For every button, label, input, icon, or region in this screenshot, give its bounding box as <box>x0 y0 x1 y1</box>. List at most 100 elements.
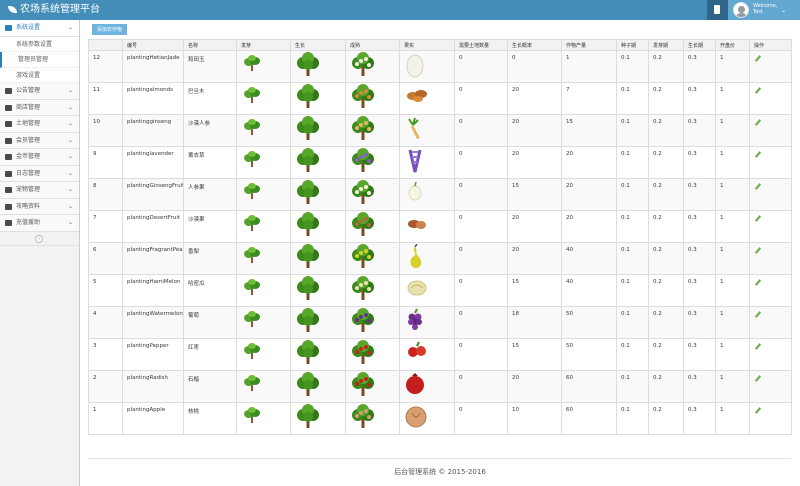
sidebar-item-label: 攻略资料 <box>16 202 41 210</box>
cell-name: 核桃 <box>183 402 237 435</box>
cell-need: 0 <box>454 210 508 243</box>
cell-sprout: 0.2 <box>648 146 684 179</box>
sidebar-subitem[interactable]: 系统参数设置 <box>0 36 79 52</box>
mature-image <box>345 82 400 115</box>
fruit-image <box>399 402 455 435</box>
sidebar-item[interactable]: 日志管理 ⌄ <box>0 165 79 182</box>
edit-pencil-icon[interactable] <box>754 215 762 222</box>
cell-code: plantingGinsengFruit <box>122 178 184 211</box>
cell-grow: 0.3 <box>683 370 716 403</box>
cell-yield: 40 <box>561 274 617 307</box>
cell-prob: 0 <box>507 50 562 83</box>
cell-grow: 0.3 <box>683 178 716 211</box>
sidebar-item[interactable]: 商店管理 ⌄ <box>0 99 79 116</box>
sidebar-subitem[interactable]: 管理员管理 <box>0 52 79 68</box>
sidebar-item[interactable]: 攻略资料 ⌄ <box>0 198 79 215</box>
growing-image <box>290 338 346 371</box>
cell-sprout: 0.2 <box>648 242 684 275</box>
cell-code: plantingPepper <box>122 338 184 371</box>
cell-need: 0 <box>454 338 508 371</box>
chevron-down-icon: ⌄ <box>67 169 73 177</box>
cell-id: 9 <box>88 146 123 179</box>
cell-id: 12 <box>88 50 123 83</box>
cell-yield: 20 <box>561 178 617 211</box>
table-header: 编号 名称 发芽 生长 成熟 果实 需要土地数量 生长概率 作物产量 种子期 发芽期 生长期 开盘价 操作 <box>88 39 792 51</box>
sidebar-item-label: 商店管理 <box>16 103 41 111</box>
cell-grow: 0.3 <box>683 402 716 435</box>
add-crop-button[interactable]: 添加农作物 <box>92 24 127 35</box>
mature-image <box>345 402 400 435</box>
cell-code: plantingRadish <box>122 370 184 403</box>
sidebar-item-label: 会员管理 <box>16 136 41 144</box>
cell-grow: 0.3 <box>683 338 716 371</box>
edit-pencil-icon[interactable] <box>754 279 762 286</box>
mature-image <box>345 370 400 403</box>
cell-seed: 0.1 <box>616 402 649 435</box>
leaf-icon <box>8 6 17 13</box>
cell-yield: 15 <box>561 114 617 147</box>
mature-image <box>345 338 400 371</box>
cell-code: plantingApple <box>122 402 184 435</box>
edit-pencil-icon[interactable] <box>754 151 762 158</box>
edit-pencil-icon[interactable] <box>754 55 762 62</box>
cell-actions <box>749 402 792 435</box>
growing-image <box>290 178 346 211</box>
app-title: 农场系统管理平台 <box>20 4 100 15</box>
cell-seed: 0.1 <box>616 82 649 115</box>
edit-pencil-icon[interactable] <box>754 87 762 94</box>
cell-yield: 60 <box>561 370 617 403</box>
sidebar-item[interactable]: 土地管理 ⌄ <box>0 116 79 133</box>
sidebar-item[interactable]: 系统设置 ⌄ <box>0 20 79 37</box>
edit-pencil-icon[interactable] <box>754 343 762 350</box>
edit-pencil-icon[interactable] <box>754 247 762 254</box>
brand[interactable]: 农场系统管理平台 <box>8 4 100 16</box>
cell-need: 0 <box>454 50 508 83</box>
edit-pencil-icon[interactable] <box>754 375 762 382</box>
edit-pencil-icon[interactable] <box>754 407 762 414</box>
sidebar-item[interactable]: 公告管理 ⌄ <box>0 83 79 100</box>
cell-sprout: 0.2 <box>648 210 684 243</box>
cell-price: 1 <box>715 178 750 211</box>
sidebar-item[interactable]: 金币管理 ⌄ <box>0 149 79 166</box>
growing-image <box>290 82 346 115</box>
cell-seed: 0.1 <box>616 306 649 339</box>
cell-name: 沙漠果 <box>183 210 237 243</box>
edit-pencil-icon[interactable] <box>754 119 762 126</box>
column-header: 作物产量 <box>561 39 617 51</box>
list-icon <box>5 220 12 226</box>
sidebar-collapse-button[interactable]: « <box>0 232 79 246</box>
sidebar-item[interactable]: 会员管理 ⌄ <box>0 132 79 149</box>
cell-actions <box>749 274 792 307</box>
cell-seed: 0.1 <box>616 338 649 371</box>
growing-image <box>290 210 346 243</box>
tasks-button[interactable] <box>707 0 728 20</box>
column-header: 成熟 <box>345 39 400 51</box>
column-header: 生长期 <box>683 39 716 51</box>
mature-image <box>345 274 400 307</box>
sidebar-item[interactable]: 充值援助 ⌄ <box>0 215 79 232</box>
user-menu[interactable]: Welcome, Test ⌄ <box>728 0 800 20</box>
sidebar-item[interactable]: 宠物管理 ⌄ <box>0 182 79 199</box>
chevron-down-icon: ⌄ <box>67 103 73 111</box>
cell-name: 石榴 <box>183 370 237 403</box>
cell-actions <box>749 210 792 243</box>
cell-seed: 0.1 <box>616 114 649 147</box>
cell-need: 0 <box>454 402 508 435</box>
fruit-image <box>399 242 455 275</box>
cell-actions <box>749 306 792 339</box>
cell-yield: 7 <box>561 82 617 115</box>
cell-id: 6 <box>88 242 123 275</box>
cell-price: 1 <box>715 114 750 147</box>
cell-price: 1 <box>715 274 750 307</box>
edit-pencil-icon[interactable] <box>754 311 762 318</box>
mature-image <box>345 50 400 83</box>
growing-image <box>290 50 346 83</box>
table-row: 2 plantingRadish 石榴 0 20 60 0.1 0.2 0.3 1 <box>88 370 792 403</box>
edit-pencil-icon[interactable] <box>754 183 762 190</box>
cell-seed: 0.1 <box>616 210 649 243</box>
sprout-image <box>236 178 291 211</box>
sidebar-subitem[interactable]: 游戏设置 <box>0 67 79 83</box>
table-row: 10 plantingginseng 沙漠人参 0 20 15 0.1 0.2 0.3 1 <box>88 114 792 147</box>
folder-icon <box>5 203 12 210</box>
cell-prob: 15 <box>507 338 562 371</box>
